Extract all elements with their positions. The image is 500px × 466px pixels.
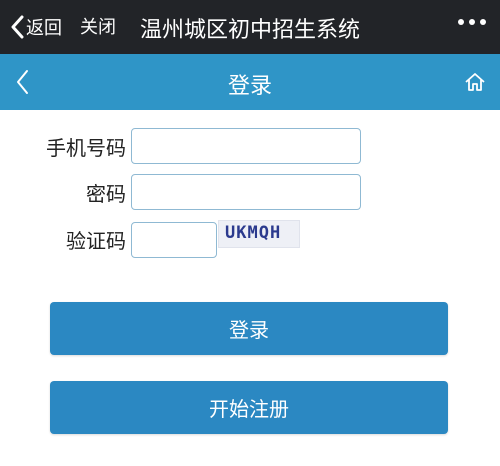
captcha-input[interactable] [131, 222, 217, 258]
captcha-image[interactable]: UKMQH [218, 220, 300, 248]
more-dots-icon[interactable] [458, 19, 486, 25]
page-header: 登录 [0, 54, 500, 110]
home-icon[interactable] [464, 71, 486, 97]
login-button[interactable]: 登录 [50, 302, 448, 355]
phone-label: 手机号码 [46, 136, 126, 160]
captcha-text: UKMQH [225, 223, 282, 243]
page-title: 登录 [227, 74, 272, 99]
password-label: 密码 [86, 182, 126, 206]
wechat-title-bar: 返回 关闭 温州城区初中招生系统 [0, 0, 500, 54]
phone-input[interactable] [131, 128, 361, 164]
register-button[interactable]: 开始注册 [50, 381, 448, 434]
captcha-label: 验证码 [66, 229, 126, 253]
app-title: 温州城区初中招生系统 [139, 18, 360, 43]
password-input[interactable] [131, 174, 361, 210]
